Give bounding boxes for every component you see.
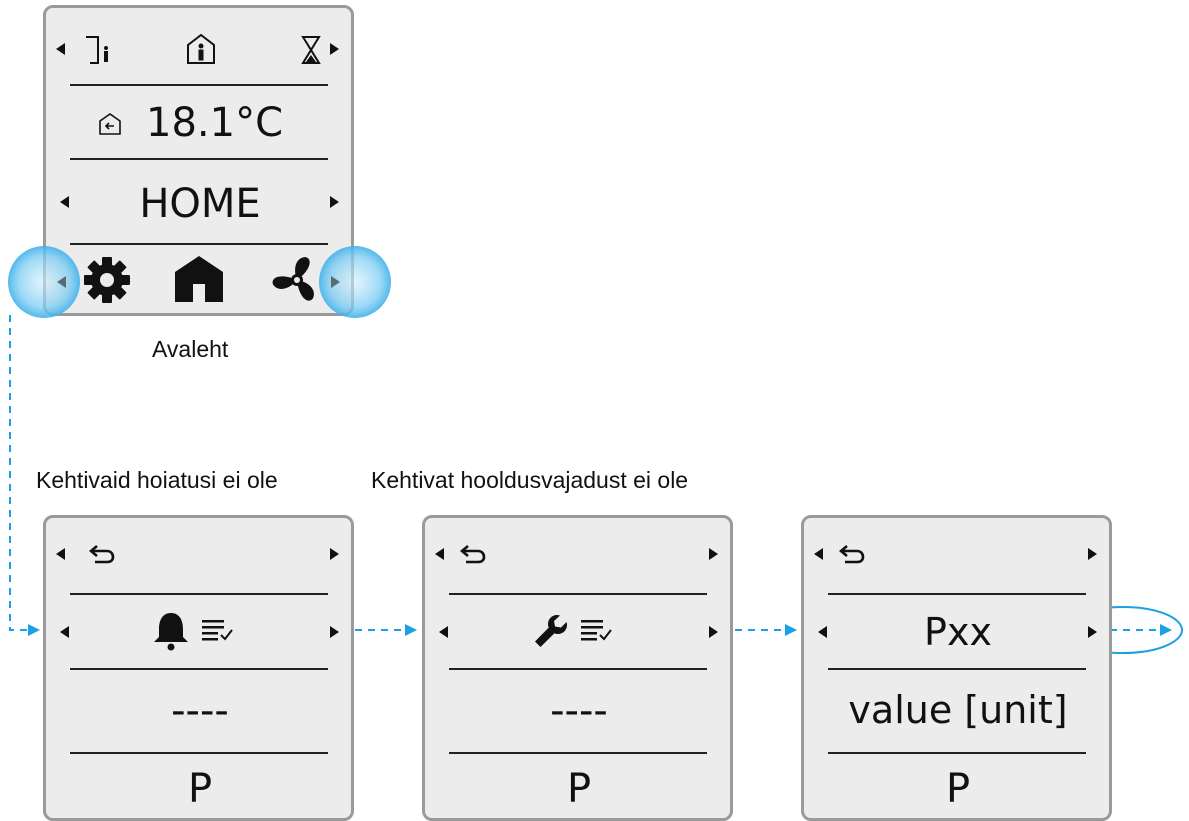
row-right-arrow-icon[interactable] bbox=[330, 626, 339, 638]
row-left-arrow-icon[interactable] bbox=[439, 626, 448, 638]
divider bbox=[70, 593, 328, 595]
nav-left-arrow-icon[interactable] bbox=[56, 43, 65, 55]
value-text: ---- bbox=[171, 688, 229, 734]
footer-label: P bbox=[945, 766, 971, 812]
nav-left-arrow-icon[interactable] bbox=[814, 548, 823, 560]
divider bbox=[449, 668, 707, 670]
divider bbox=[70, 158, 328, 160]
mode-left-arrow-icon[interactable] bbox=[60, 196, 69, 208]
nav-right-arrow-icon[interactable] bbox=[330, 548, 339, 560]
checklist-icon bbox=[581, 620, 612, 641]
divider bbox=[449, 752, 707, 754]
bell-icon bbox=[154, 613, 188, 651]
away-icon[interactable] bbox=[84, 33, 114, 67]
nav-left-arrow-icon[interactable] bbox=[56, 548, 65, 560]
divider bbox=[70, 84, 328, 86]
nav-right-arrow-icon[interactable] bbox=[1088, 548, 1097, 560]
wrench-icon bbox=[535, 615, 567, 647]
divider bbox=[449, 593, 707, 595]
divider bbox=[70, 243, 328, 245]
divider bbox=[70, 752, 328, 754]
back-icon[interactable] bbox=[460, 544, 486, 564]
divider bbox=[828, 668, 1086, 670]
service-screen-panel: ---- P bbox=[422, 515, 733, 821]
alarms-screen-panel: ---- P bbox=[43, 515, 354, 821]
nav-right-arrow-icon[interactable] bbox=[709, 548, 718, 560]
back-icon[interactable] bbox=[839, 544, 865, 564]
footer-label: P bbox=[187, 766, 213, 812]
parameter-title: Pxx bbox=[924, 610, 992, 654]
divider bbox=[828, 752, 1086, 754]
checklist-icon bbox=[202, 620, 233, 641]
nav-right-arrow-icon[interactable] bbox=[330, 43, 339, 55]
row-right-arrow-icon[interactable] bbox=[709, 626, 718, 638]
arrow-head bbox=[1160, 624, 1172, 636]
home-person-icon[interactable] bbox=[185, 32, 217, 66]
value-text: value [unit] bbox=[848, 688, 1068, 732]
row-left-arrow-icon[interactable] bbox=[818, 626, 827, 638]
nav-left-arrow-icon[interactable] bbox=[435, 548, 444, 560]
gear-icon[interactable] bbox=[83, 256, 131, 304]
arrow-head bbox=[785, 624, 797, 636]
footer-label: P bbox=[566, 766, 592, 812]
dashed-connector-home-to-alarms bbox=[9, 315, 28, 631]
home-screen-panel: 18.1°C HOME bbox=[43, 5, 354, 316]
divider bbox=[70, 668, 328, 670]
temperature-readout: 18.1°C bbox=[146, 100, 283, 146]
hourglass-icon[interactable] bbox=[300, 35, 322, 65]
home-return-icon bbox=[99, 113, 121, 135]
service-caption: Kehtivat hooldusvajadust ei ole bbox=[371, 467, 689, 493]
alarms-caption: Kehtivaid hoiatusi ei ole bbox=[36, 467, 278, 493]
value-text: ---- bbox=[550, 688, 608, 734]
arrow-head bbox=[405, 624, 417, 636]
mode-right-arrow-icon[interactable] bbox=[330, 196, 339, 208]
arrow-head bbox=[28, 624, 40, 636]
fan-icon[interactable] bbox=[270, 255, 324, 305]
home-caption: Avaleht bbox=[152, 336, 229, 362]
back-icon[interactable] bbox=[89, 544, 115, 564]
parameter-screen-panel: Pxx value [unit] P bbox=[801, 515, 1112, 821]
divider bbox=[828, 593, 1086, 595]
row-right-arrow-icon[interactable] bbox=[1088, 626, 1097, 638]
house-icon[interactable] bbox=[173, 254, 225, 304]
row-left-arrow-icon[interactable] bbox=[60, 626, 69, 638]
mode-label: HOME bbox=[139, 181, 261, 227]
